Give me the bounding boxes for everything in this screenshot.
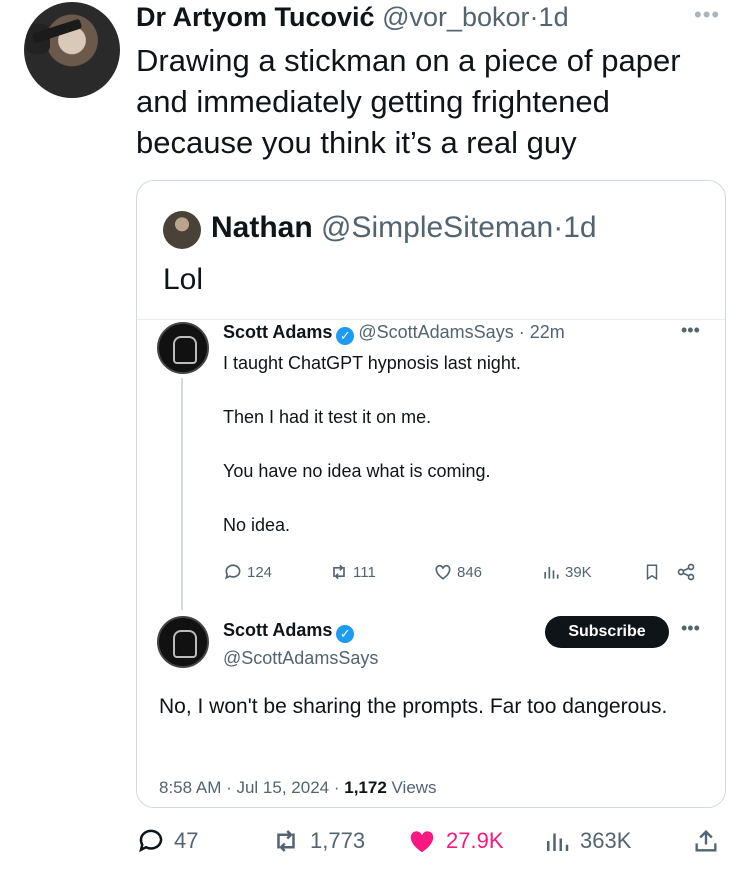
reply-count: 47: [174, 828, 199, 853]
screenshot-views: 39K: [541, 562, 592, 582]
screenshot-reply-handle: @ScottAdamsSays: [223, 648, 379, 668]
tweet-age[interactable]: 1d: [539, 2, 569, 32]
screenshot-line: Then I had it test it on me.: [223, 407, 432, 427]
quoted-author-name: Nathan: [211, 211, 313, 244]
screenshot-share: [675, 562, 697, 582]
screenshot-reply-meta: 8:58 AM · Jul 15, 2024 · 1,172 Views: [159, 778, 437, 798]
views-icon: [547, 833, 569, 851]
screenshot-reply-author: Scott Adams ✓: [223, 620, 358, 643]
screenshot-bookmark: [643, 562, 661, 582]
quoted-tweet-age: 1d: [563, 211, 597, 244]
screenshot-views-count: 39K: [565, 563, 592, 581]
screenshot-views-number: 1,172: [344, 778, 387, 797]
screenshot-replies-count: 124: [247, 563, 273, 581]
separator-dot: ·: [529, 2, 539, 32]
more-options-icon[interactable]: •••: [694, 2, 720, 28]
author-handle[interactable]: @vor_bokor: [382, 2, 529, 32]
screenshot-likes-count: 846: [457, 563, 483, 581]
repost-icon: [333, 564, 345, 580]
quoted-tweet-card[interactable]: Nathan @SimpleSiteman·1d Lol Scott Adams…: [136, 180, 726, 808]
screenshot-reply-text: No, I won't be sharing the prompts. Far …: [159, 695, 668, 718]
more-options-icon: •••: [681, 320, 700, 340]
reply-button[interactable]: 47: [136, 826, 198, 856]
screenshot-header: Scott Adams ✓ @ScottAdamsSays · 22m: [223, 322, 565, 345]
screenshot-reposts: 111: [329, 562, 376, 582]
views-button[interactable]: 363K: [542, 826, 631, 856]
screenshot-stats: 124 111 846 39K: [223, 562, 713, 586]
verified-badge-icon: ✓: [336, 327, 355, 345]
screenshot-author-name: Scott Adams: [223, 322, 333, 342]
repost-count: 1,773: [310, 828, 366, 853]
screenshot-reply-avatar: [157, 616, 209, 668]
screenshot-likes: 846: [433, 562, 482, 582]
quoted-author-avatar: [163, 211, 201, 249]
screenshot-replies: 124: [223, 562, 272, 582]
screenshot-line: No idea.: [223, 515, 291, 535]
action-bar: 47 1,773 27.9K 363K: [136, 826, 726, 862]
tweet-text: Drawing a stickman on a piece of paper a…: [136, 43, 681, 160]
bookmark-icon: [646, 564, 658, 581]
attached-screenshot[interactable]: Scott Adams ✓ @ScottAdamsSays · 22m ••• I …: [137, 319, 725, 807]
author-avatar[interactable]: [24, 2, 120, 98]
more-options-icon: •••: [681, 618, 700, 638]
quoted-tweet-header: Nathan @SimpleSiteman·1d: [211, 211, 597, 245]
screenshot-timestamp: 8:58 AM · Jul 15, 2024 ·: [159, 778, 340, 797]
quoted-author-handle: @SimpleSiteman: [321, 211, 554, 244]
avatar-sunglasses: [31, 18, 83, 44]
repost-button[interactable]: 1,773: [270, 826, 365, 856]
separator-dot: ·: [553, 211, 564, 244]
share-icon: [677, 563, 695, 581]
share-button[interactable]: [692, 826, 720, 856]
screenshot-views-label: Views: [391, 778, 437, 797]
views-icon: [544, 567, 559, 579]
reply-icon: [139, 829, 163, 853]
author-name[interactable]: Dr Artyom Tucović: [136, 2, 375, 32]
screenshot-text: I taught ChatGPT hypnosis last night. Th…: [223, 352, 693, 568]
tweet-header: Dr Artyom Tucović @vor_bokor·1d: [136, 2, 569, 33]
verified-badge-icon: ✓: [336, 625, 355, 643]
quoted-tweet-text: Lol: [163, 263, 204, 296]
screenshot-author-handle: @ScottAdamsSays: [358, 322, 514, 342]
screenshot-age: 22m: [529, 322, 565, 342]
separator-dot: ·: [518, 322, 525, 342]
screenshot-reposts-count: 111: [353, 563, 376, 581]
screenshot-line: I taught ChatGPT hypnosis last night.: [223, 353, 521, 373]
subscribe-button: Subscribe: [545, 616, 669, 648]
share-upload-icon: [695, 830, 717, 852]
heart-icon: [435, 564, 451, 580]
views-count: 363K: [580, 828, 632, 853]
screenshot-reply-author-name: Scott Adams: [223, 620, 333, 640]
like-count: 27.9K: [446, 828, 504, 853]
screenshot-avatar: [157, 322, 209, 374]
screenshot-line: You have no idea what is coming.: [223, 461, 491, 481]
like-button[interactable]: 27.9K: [406, 826, 504, 856]
heart-filled-icon: [410, 831, 434, 853]
reply-icon: [225, 564, 241, 580]
repost-icon: [277, 830, 295, 852]
thread-line: [181, 378, 183, 610]
